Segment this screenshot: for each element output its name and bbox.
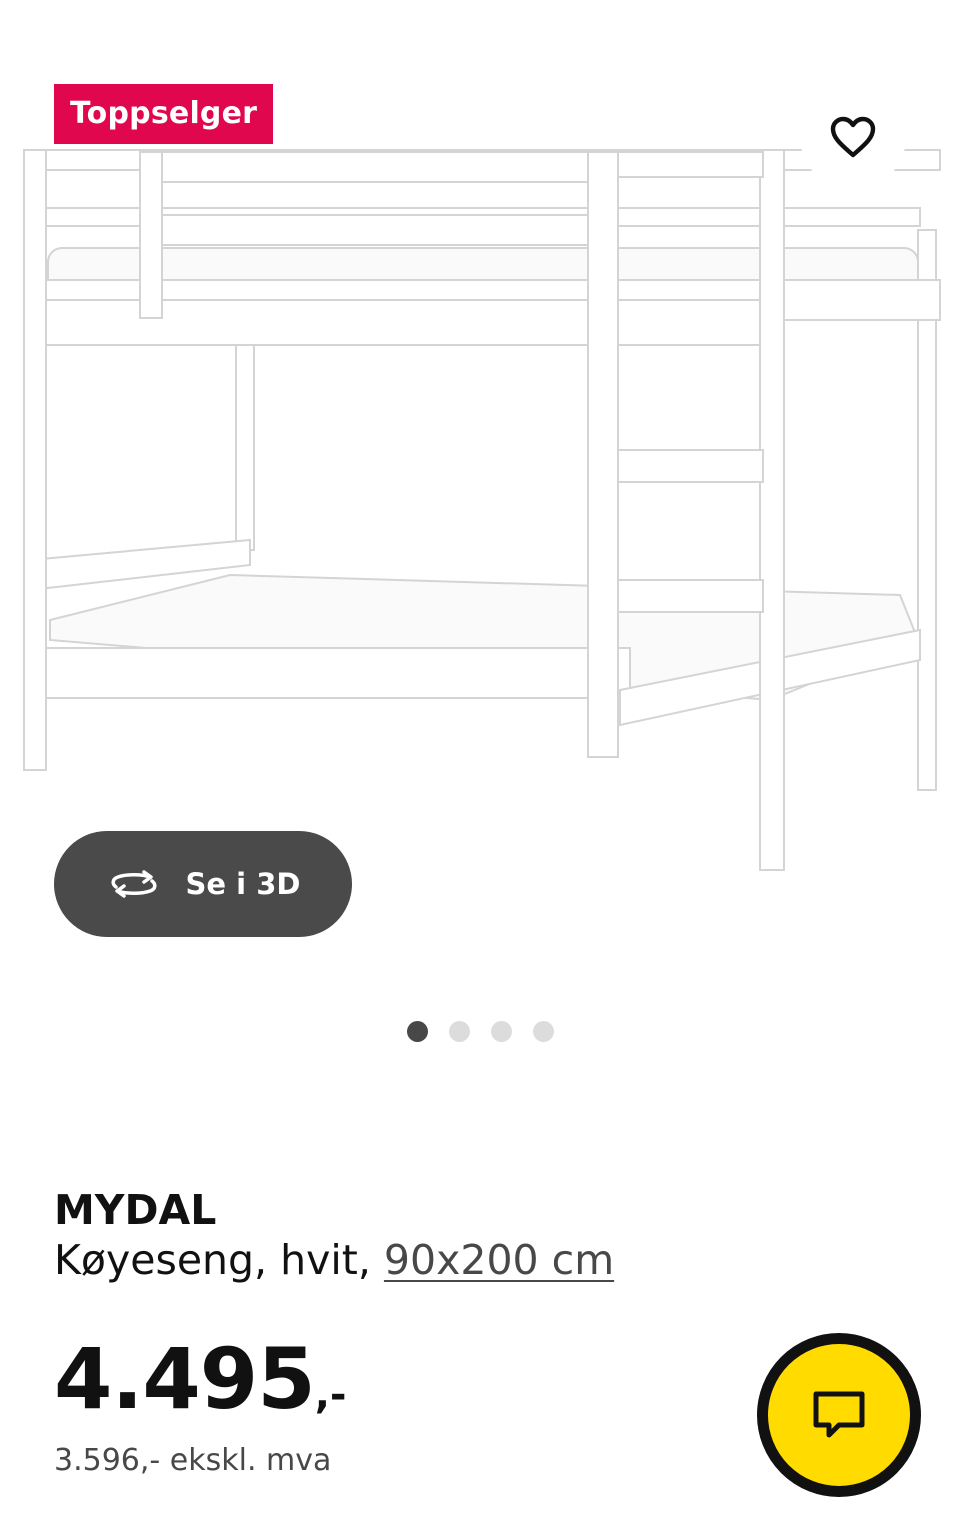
product-description: Køyeseng, hvit, 90x200 cm: [54, 1236, 614, 1284]
carousel-dot[interactable]: [448, 1021, 470, 1042]
price-ex-vat: 3.596,- ekskl. mva: [54, 1443, 332, 1478]
heart-icon: [830, 116, 876, 158]
rotate-3d-icon: [111, 870, 157, 898]
carousel-dot[interactable]: [532, 1021, 554, 1042]
view-3d-button[interactable]: Se i 3D: [54, 831, 352, 937]
carousel-dots: [0, 1021, 960, 1043]
product-image-gallery[interactable]: Toppselger Se i 3D: [0, 0, 960, 1080]
size-link[interactable]: 90x200 cm: [384, 1236, 614, 1284]
favorite-button[interactable]: [800, 84, 906, 190]
product-name: MYDAL: [54, 1186, 217, 1234]
product-price: 4.495,-: [54, 1330, 347, 1428]
description-text: Køyeseng, hvit,: [54, 1236, 371, 1284]
topseller-badge: Toppselger: [54, 84, 274, 144]
price-suffix: ,-: [314, 1372, 347, 1418]
chat-icon: [813, 1391, 865, 1438]
carousel-dot[interactable]: [406, 1021, 428, 1042]
product-image: [23, 149, 941, 871]
view-3d-label: Se i 3D: [185, 867, 301, 901]
carousel-dot[interactable]: [490, 1021, 512, 1042]
badge-label: Toppselger: [70, 96, 258, 131]
price-main: 4.495: [54, 1330, 316, 1428]
chat-button[interactable]: [757, 1333, 921, 1497]
